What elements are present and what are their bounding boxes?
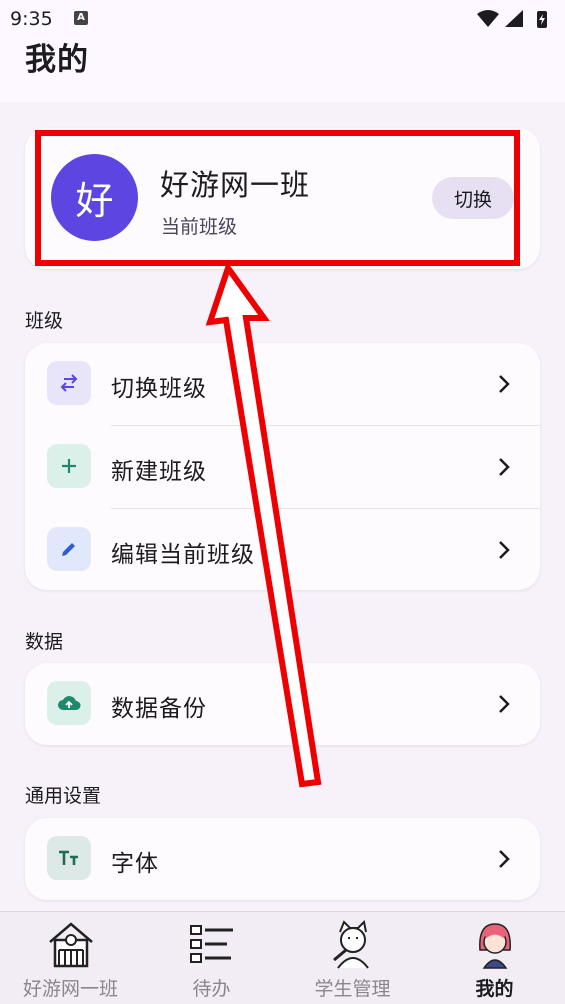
menu-item-label: 切换班级 bbox=[111, 376, 207, 402]
font-size-icon bbox=[47, 836, 91, 880]
cloud-upload-icon bbox=[47, 681, 91, 725]
status-bar: 9:35 A bbox=[0, 0, 565, 38]
nav-label: 好游网一班 bbox=[22, 978, 118, 1000]
menu-item-edit-class[interactable]: 编辑当前班级 bbox=[25, 509, 540, 591]
school-house-icon bbox=[49, 922, 93, 968]
menu-item-font[interactable]: 字体 bbox=[25, 818, 540, 900]
annotation-highlight-box bbox=[35, 130, 520, 266]
nav-label: 我的 bbox=[475, 978, 514, 1000]
pencil-icon bbox=[47, 527, 91, 571]
general-settings-card: 字体 bbox=[25, 818, 540, 900]
swap-icon bbox=[47, 361, 91, 405]
nav-item-class[interactable]: 好游网一班 bbox=[0, 912, 141, 1004]
student-cat-icon bbox=[333, 920, 369, 969]
menu-item-switch-class[interactable]: 切换班级 bbox=[25, 343, 540, 425]
bottom-nav: 好游网一班 待办 学生管理 我的 bbox=[0, 911, 565, 1004]
system-icons bbox=[477, 10, 547, 28]
chevron-right-icon bbox=[499, 375, 510, 393]
nav-item-mine[interactable]: 我的 bbox=[424, 912, 565, 1004]
section-title-general: 通用设置 bbox=[25, 785, 102, 807]
signal-icon bbox=[505, 10, 523, 27]
status-time: 9:35 bbox=[10, 8, 53, 30]
plus-icon bbox=[47, 444, 91, 488]
chevron-right-icon bbox=[499, 541, 510, 559]
chevron-right-icon bbox=[499, 695, 510, 713]
section-title-data: 数据 bbox=[25, 631, 64, 653]
menu-item-label: 编辑当前班级 bbox=[111, 542, 255, 568]
menu-item-new-class[interactable]: 新建班级 bbox=[25, 426, 540, 508]
chevron-right-icon bbox=[499, 850, 510, 868]
page-title: 我的 bbox=[25, 42, 89, 78]
section-title-class: 班级 bbox=[25, 310, 64, 332]
nav-item-todo[interactable]: 待办 bbox=[141, 912, 282, 1004]
notification-icon: A bbox=[74, 11, 88, 25]
menu-item-label: 新建班级 bbox=[111, 459, 207, 485]
menu-item-label: 字体 bbox=[111, 851, 159, 877]
menu-item-data-backup[interactable]: 数据备份 bbox=[25, 663, 540, 745]
menu-item-label: 数据备份 bbox=[111, 696, 207, 722]
nav-label: 待办 bbox=[192, 978, 231, 1000]
checklist-icon bbox=[190, 925, 233, 963]
page-header: 我的 bbox=[0, 38, 565, 102]
data-settings-card: 数据备份 bbox=[25, 663, 540, 745]
nav-item-students[interactable]: 学生管理 bbox=[282, 912, 423, 1004]
nav-label: 学生管理 bbox=[314, 978, 391, 1000]
chevron-right-icon bbox=[499, 458, 510, 476]
wifi-icon bbox=[477, 10, 499, 27]
girl-avatar-icon bbox=[479, 923, 511, 969]
class-settings-card: 切换班级 新建班级 编辑当前班级 bbox=[25, 343, 540, 590]
